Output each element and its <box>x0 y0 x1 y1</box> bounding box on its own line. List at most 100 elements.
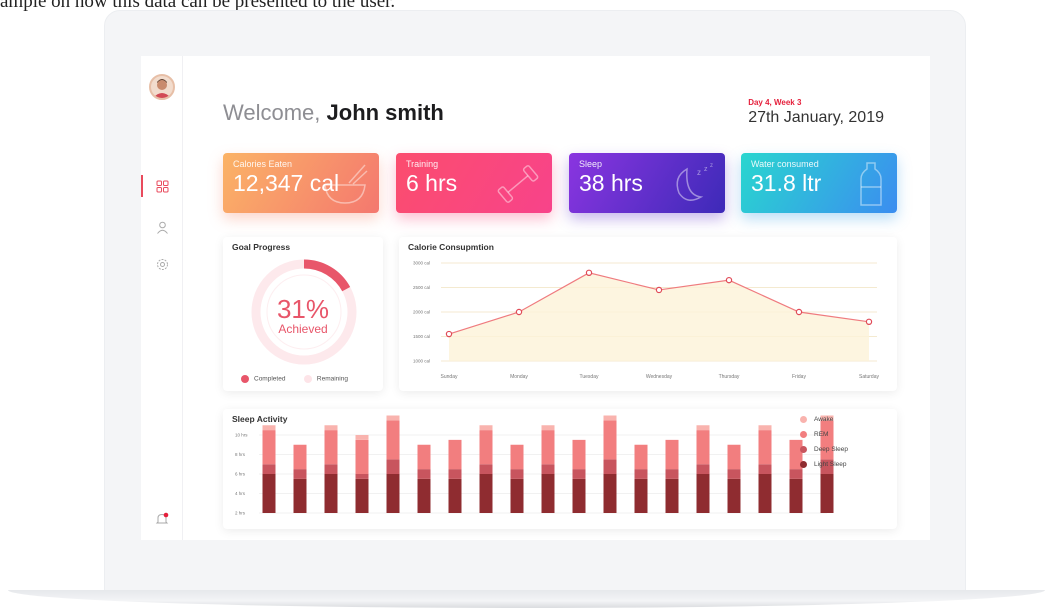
sleep-bar-light-sleep[interactable] <box>696 474 710 513</box>
sleep-bar-light-sleep[interactable] <box>293 478 307 513</box>
sleep-bar-awake[interactable] <box>541 425 555 431</box>
sleep-bar-awake[interactable] <box>386 415 400 421</box>
x-tick-label: Monday <box>510 374 528 380</box>
sleep-bar-rem[interactable] <box>510 444 524 470</box>
calorie-chart: 3000 cal 2500 cal 2000 cal 1500 cal 1000 cal… <box>413 261 880 381</box>
sleep-bar-deep-sleep[interactable] <box>355 474 369 479</box>
sleep-bar-deep-sleep[interactable] <box>758 464 772 474</box>
sleep-bar-light-sleep[interactable] <box>603 474 617 513</box>
calorie-point[interactable] <box>515 308 523 316</box>
sleep-bar-light-sleep[interactable] <box>386 474 400 513</box>
legend-rem: REM <box>800 427 848 442</box>
sleep-bar-rem[interactable] <box>417 444 431 470</box>
nav-dashboard-button[interactable] <box>151 175 173 197</box>
calorie-point[interactable] <box>585 269 593 277</box>
sleep-bar-deep-sleep[interactable] <box>479 464 493 474</box>
x-tick-label: Thursday <box>719 374 740 380</box>
sleep-bar-light-sleep[interactable] <box>541 474 555 513</box>
sleep-bar-deep-sleep[interactable] <box>541 464 555 474</box>
sleep-bar-light-sleep[interactable] <box>324 474 338 513</box>
sleep-bar-rem[interactable] <box>696 430 710 465</box>
sleep-bar-rem[interactable] <box>727 444 741 470</box>
sleep-bar-rem[interactable] <box>386 420 400 460</box>
sleep-bar-light-sleep[interactable] <box>479 474 493 513</box>
stat-card-training[interactable]: Training 6 hrs <box>396 153 552 213</box>
svg-text:z: z <box>704 166 708 173</box>
sidebar <box>141 56 183 540</box>
sleep-bar-awake[interactable] <box>696 425 710 431</box>
sleep-bar-deep-sleep[interactable] <box>696 464 710 474</box>
sleep-bar-deep-sleep[interactable] <box>448 469 462 479</box>
avatar[interactable] <box>149 74 175 100</box>
y-tick-label: 3000 cal <box>413 261 430 266</box>
sleep-bar-awake[interactable] <box>262 425 276 431</box>
stat-card-calories[interactable]: Calories Eaten 12,347 cal <box>223 153 379 213</box>
sleep-bar-light-sleep[interactable] <box>789 478 803 513</box>
sleep-bar-rem[interactable] <box>262 430 276 465</box>
nav-settings-button[interactable] <box>151 253 173 275</box>
sleep-bar-rem[interactable] <box>448 439 462 470</box>
sleep-bar-awake[interactable] <box>479 425 493 431</box>
sleep-bar-rem[interactable] <box>479 430 493 465</box>
nav-profile-button[interactable] <box>151 216 173 238</box>
remaining-legend-dot <box>303 374 312 383</box>
x-tick-label: Tuesday <box>580 374 599 380</box>
awake-label: Awake <box>814 416 834 423</box>
sleep-activity-card: Sleep Activity 10 hrs 8 hrs 6 hrs 4 hrs 2 hr… <box>223 409 897 529</box>
sleep-bar-rem[interactable] <box>665 439 679 470</box>
sleep-bar-deep-sleep[interactable] <box>386 459 400 474</box>
sleep-bar-rem[interactable] <box>603 420 617 460</box>
grid-icon <box>156 180 168 192</box>
calorie-point[interactable] <box>445 330 453 338</box>
stat-label: Sleep <box>579 159 603 169</box>
calorie-point[interactable] <box>795 308 803 316</box>
sleep-bar-light-sleep[interactable] <box>634 478 648 513</box>
sleep-bar-light-sleep[interactable] <box>510 478 524 513</box>
sleep-bar-awake[interactable] <box>324 425 338 431</box>
main-content: Welcome, John smith Day 4, Week 3 27th J… <box>183 56 930 540</box>
sleep-bar-light-sleep[interactable] <box>727 478 741 513</box>
sleep-bar-deep-sleep[interactable] <box>572 469 586 479</box>
user-icon <box>156 221 168 234</box>
sleep-bar-light-sleep[interactable] <box>262 474 276 513</box>
y-tick-label: 2 hrs <box>235 511 246 516</box>
sleep-legend: Awake REM Deep Sleep Light Sleep <box>800 412 848 472</box>
calorie-point[interactable] <box>725 276 733 284</box>
sleep-bar-deep-sleep[interactable] <box>262 464 276 474</box>
stat-card-sleep[interactable]: Sleep 38 hrs z z z <box>569 153 725 213</box>
sleep-bar-rem[interactable] <box>541 430 555 465</box>
sleep-bar-deep-sleep[interactable] <box>293 469 307 479</box>
sleep-bar-light-sleep[interactable] <box>820 474 834 513</box>
stat-card-water[interactable]: Water consumed 31.8 ltr <box>741 153 897 213</box>
sleep-bar-light-sleep[interactable] <box>572 478 586 513</box>
y-tick-label: 6 hrs <box>235 472 246 477</box>
deep-swatch <box>800 446 807 453</box>
sleep-bar-awake[interactable] <box>758 425 772 431</box>
sleep-bar-light-sleep[interactable] <box>355 478 369 513</box>
gear-icon <box>156 258 168 270</box>
sleep-bar-rem[interactable] <box>758 430 772 465</box>
sleep-bar-light-sleep[interactable] <box>417 478 431 513</box>
dumbbell-icon <box>497 165 539 203</box>
sleep-bar-deep-sleep[interactable] <box>510 469 524 479</box>
sleep-bar-light-sleep[interactable] <box>758 474 772 513</box>
sleep-bar-light-sleep[interactable] <box>448 478 462 513</box>
sleep-bar-deep-sleep[interactable] <box>665 469 679 479</box>
completed-legend-dot <box>241 374 249 383</box>
notifications-button[interactable] <box>151 508 173 530</box>
sleep-bar-rem[interactable] <box>324 430 338 465</box>
sleep-bar-light-sleep[interactable] <box>665 478 679 513</box>
sleep-bar-deep-sleep[interactable] <box>603 459 617 474</box>
sleep-bar-awake[interactable] <box>355 435 369 440</box>
sleep-bar-rem[interactable] <box>634 444 648 470</box>
sleep-bar-rem[interactable] <box>293 444 307 470</box>
sleep-bar-deep-sleep[interactable] <box>417 469 431 479</box>
sleep-bar-deep-sleep[interactable] <box>634 469 648 479</box>
sleep-bar-deep-sleep[interactable] <box>324 464 338 474</box>
sleep-bar-deep-sleep[interactable] <box>727 469 741 479</box>
calorie-point[interactable] <box>655 286 663 294</box>
calorie-point[interactable] <box>865 318 873 326</box>
sleep-bar-rem[interactable] <box>572 439 586 470</box>
sleep-bar-rem[interactable] <box>355 439 369 474</box>
sleep-bar-awake[interactable] <box>603 415 617 421</box>
